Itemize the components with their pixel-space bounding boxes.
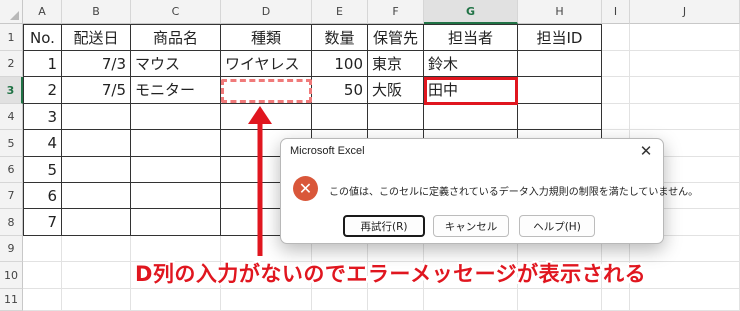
dialog-title: Microsoft Excel xyxy=(290,145,365,157)
help-button[interactable]: ヘルプ(H) xyxy=(519,215,595,237)
annotation-caption: D列の入力がないのでエラーメッセージが表示される xyxy=(135,262,647,286)
dialog-message: この値は、このセルに定義されているデータ入力規則の制限を満たしていません。 xyxy=(329,187,699,198)
error-icon: ✕ xyxy=(293,176,318,201)
close-icon[interactable]: ✕ xyxy=(637,142,655,160)
cancel-button[interactable]: キャンセル xyxy=(433,215,509,237)
retry-button[interactable]: 再試行(R) xyxy=(343,215,425,237)
error-dialog: Microsoft Excel ✕ ✕ この値は、このセルに定義されているデータ… xyxy=(280,138,698,244)
